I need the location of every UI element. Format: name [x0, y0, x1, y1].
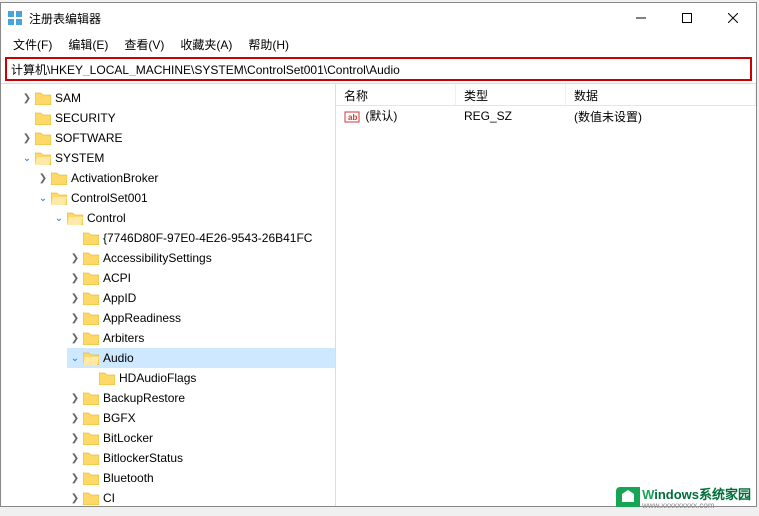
tree-item-system[interactable]: ⌄SYSTEM [19, 148, 335, 168]
chevron-down-icon[interactable]: ⌄ [67, 350, 83, 366]
chevron-down-icon[interactable]: ⌄ [19, 150, 35, 166]
address-input[interactable] [11, 62, 746, 76]
tree-item-acpi[interactable]: ❯ACPI [67, 268, 335, 288]
chevron-right-icon[interactable]: ❯ [67, 470, 83, 486]
minimize-button[interactable] [618, 3, 664, 33]
chevron-right-icon[interactable]: ❯ [19, 90, 35, 106]
menubar: 文件(F) 编辑(E) 查看(V) 收藏夹(A) 帮助(H) [1, 33, 756, 55]
folder-icon [83, 451, 99, 465]
menu-favorites[interactable]: 收藏夹(A) [172, 34, 240, 55]
chevron-right-icon[interactable]: ❯ [67, 450, 83, 466]
chevron-right-icon[interactable]: ❯ [67, 490, 83, 506]
chevron-down-icon[interactable]: ⌄ [51, 210, 67, 226]
chevron-right-icon[interactable]: ❯ [67, 410, 83, 426]
tree-item-controlset001[interactable]: ⌄ControlSet001 [35, 188, 335, 208]
tree-item-guid[interactable]: ❯{7746D80F-97E0-4E26-9543-26B41FC [67, 228, 335, 248]
chevron-right-icon[interactable]: ❯ [67, 290, 83, 306]
folder-icon [83, 391, 99, 405]
tree-item-ci[interactable]: ❯CI [67, 488, 335, 506]
list-row[interactable]: ab (默认) REG_SZ (数值未设置) [336, 106, 756, 126]
column-data[interactable]: 数据 [566, 84, 756, 105]
tree-item-appreadiness[interactable]: ❯AppReadiness [67, 308, 335, 328]
tree-item-sam[interactable]: ❯SAM [19, 88, 335, 108]
close-button[interactable] [710, 3, 756, 33]
value-type: REG_SZ [456, 107, 566, 125]
chevron-right-icon[interactable]: ❯ [67, 390, 83, 406]
menu-help[interactable]: 帮助(H) [240, 34, 297, 55]
tree-item-activationbroker[interactable]: ❯ActivationBroker [35, 168, 335, 188]
folder-icon [83, 431, 99, 445]
window-controls [618, 3, 756, 33]
folder-open-icon [35, 151, 51, 165]
tree-item-security[interactable]: ❯SECURITY [19, 108, 335, 128]
watermark-icon [616, 487, 640, 507]
watermark-text: indows系统家园 [654, 487, 751, 502]
folder-icon [83, 231, 99, 245]
list-header: 名称 类型 数据 [336, 84, 756, 106]
list-pane[interactable]: 名称 类型 数据 ab (默认) REG_SZ (数值未设置) [336, 84, 756, 506]
folder-icon [83, 291, 99, 305]
value-data: (数值未设置) [566, 106, 756, 127]
chevron-right-icon[interactable]: ❯ [67, 430, 83, 446]
tree-pane[interactable]: ❯SAM ❯SECURITY ❯SOFTWARE ⌄SYSTEM ❯Activa… [1, 84, 336, 506]
tree-item-appid[interactable]: ❯AppID [67, 288, 335, 308]
column-name[interactable]: 名称 [336, 84, 456, 105]
string-value-icon: ab [344, 109, 360, 125]
value-name: (默认) [365, 109, 397, 123]
chevron-right-icon[interactable]: ❯ [19, 130, 35, 146]
tree-item-bitlockerstatus[interactable]: ❯BitlockerStatus [67, 448, 335, 468]
menu-edit[interactable]: 编辑(E) [60, 34, 116, 55]
folder-open-icon [51, 191, 67, 205]
tree-item-bgfx[interactable]: ❯BGFX [67, 408, 335, 428]
folder-icon [83, 251, 99, 265]
folder-icon [83, 411, 99, 425]
folder-icon [99, 371, 115, 385]
chevron-down-icon[interactable]: ⌄ [35, 190, 51, 206]
folder-open-icon [67, 211, 83, 225]
chevron-right-icon[interactable]: ❯ [35, 170, 51, 186]
folder-icon [83, 331, 99, 345]
chevron-right-icon[interactable]: ❯ [67, 250, 83, 266]
tree-item-bluetooth[interactable]: ❯Bluetooth [67, 468, 335, 488]
folder-icon [83, 271, 99, 285]
chevron-right-icon[interactable]: ❯ [67, 270, 83, 286]
titlebar: 注册表编辑器 [1, 3, 756, 33]
folder-open-icon [83, 351, 99, 365]
folder-icon [83, 491, 99, 505]
menu-view[interactable]: 查看(V) [116, 34, 172, 55]
tree-item-control[interactable]: ⌄Control [51, 208, 335, 228]
folder-icon [35, 111, 51, 125]
folder-icon [35, 91, 51, 105]
tree-item-backuprestore[interactable]: ❯BackupRestore [67, 388, 335, 408]
chevron-right-icon[interactable]: ❯ [67, 330, 83, 346]
chevron-right-icon[interactable]: ❯ [67, 310, 83, 326]
folder-icon [83, 311, 99, 325]
svg-text:ab: ab [348, 113, 357, 122]
tree-item-audio[interactable]: ⌄Audio [67, 348, 335, 368]
tree-item-software[interactable]: ❯SOFTWARE [19, 128, 335, 148]
tree-item-bitlocker[interactable]: ❯BitLocker [67, 428, 335, 448]
tree-item-hdaudioflags[interactable]: ❯HDAudioFlags [83, 368, 335, 388]
watermark-url: www.xxxxxxxxx.com [642, 501, 751, 510]
maximize-button[interactable] [664, 3, 710, 33]
folder-icon [83, 471, 99, 485]
tree-item-arbiters[interactable]: ❯Arbiters [67, 328, 335, 348]
column-type[interactable]: 类型 [456, 84, 566, 105]
folder-icon [35, 131, 51, 145]
address-bar [5, 57, 752, 81]
menu-file[interactable]: 文件(F) [5, 34, 60, 55]
window-title: 注册表编辑器 [29, 10, 101, 27]
app-icon [7, 10, 23, 26]
content-area: ❯SAM ❯SECURITY ❯SOFTWARE ⌄SYSTEM ❯Activa… [1, 83, 756, 506]
folder-icon [51, 171, 67, 185]
registry-editor-window: 注册表编辑器 文件(F) 编辑(E) 查看(V) 收藏夹(A) 帮助(H) ❯S… [0, 2, 757, 507]
watermark: Windows系统家园 www.xxxxxxxxx.com [616, 484, 751, 510]
tree-item-accessibility[interactable]: ❯AccessibilitySettings [67, 248, 335, 268]
